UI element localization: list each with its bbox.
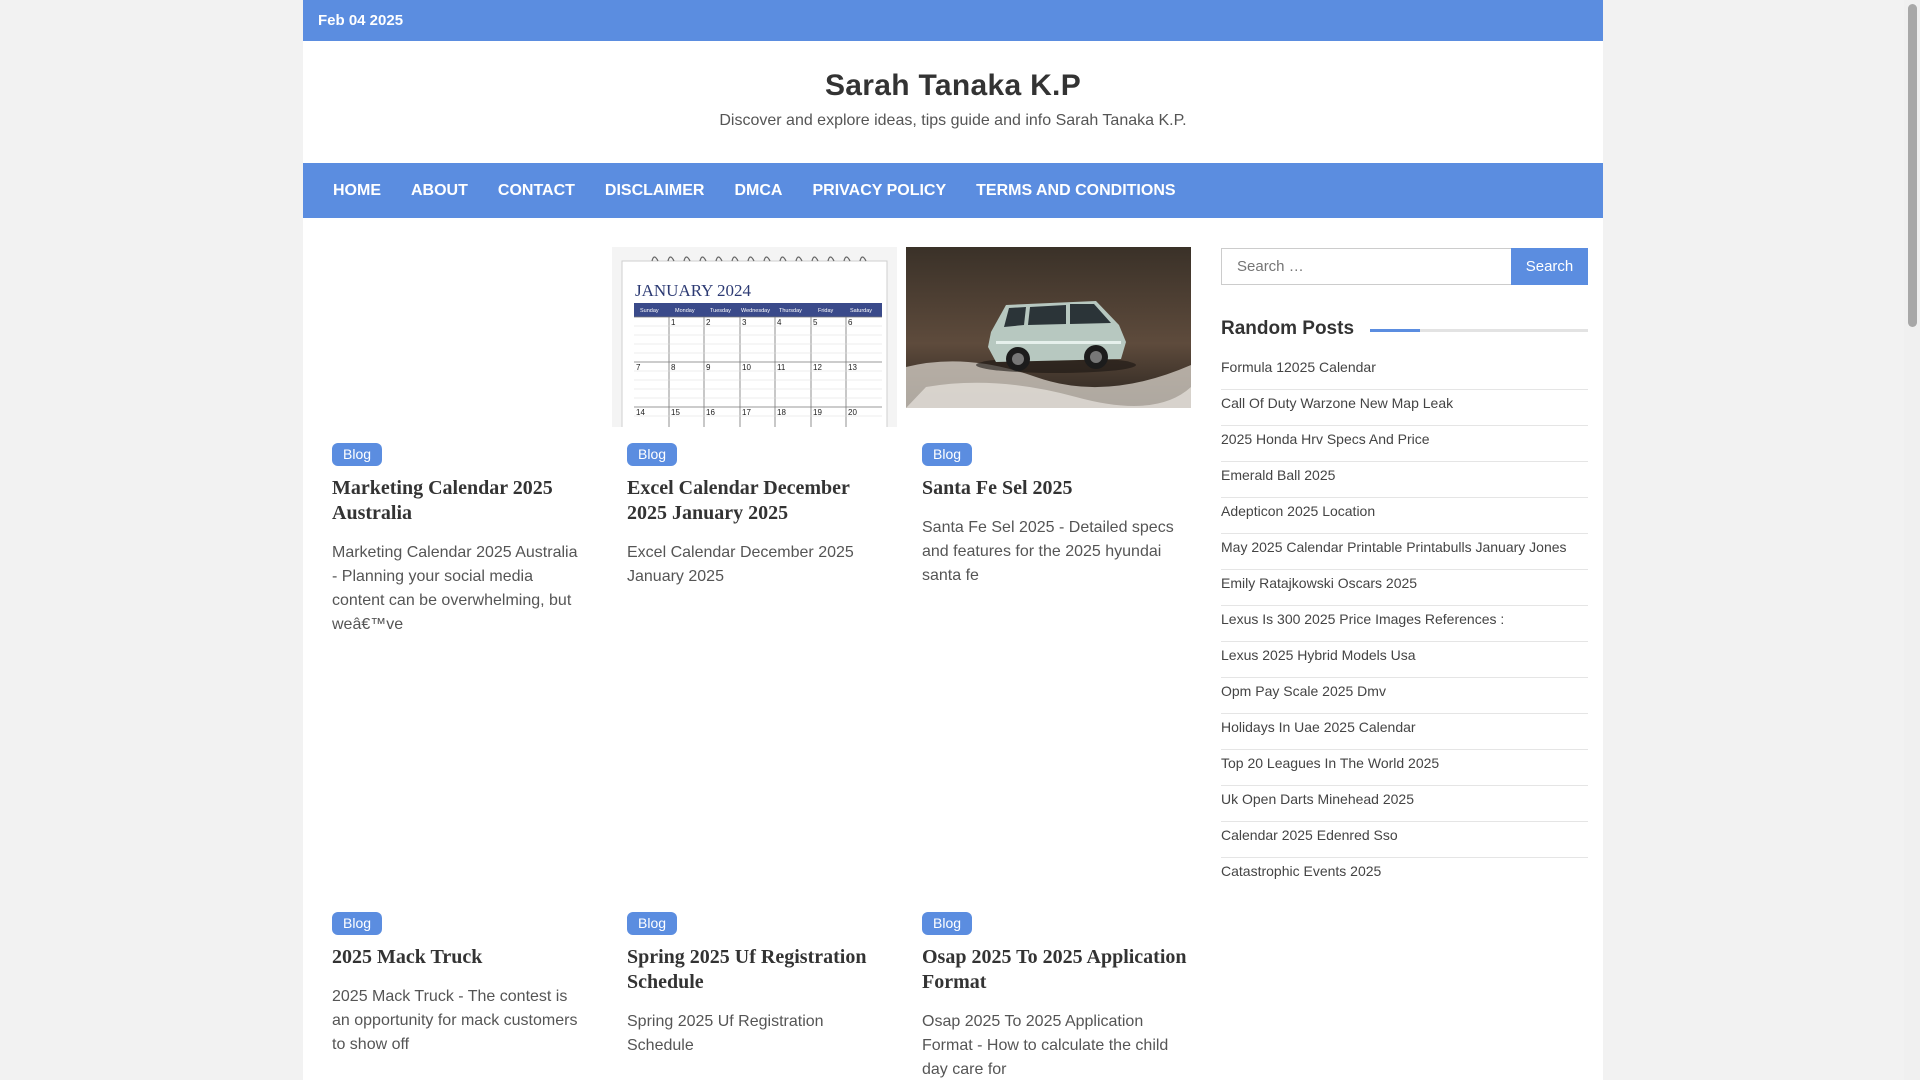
nav-privacy-policy[interactable]: PRIVACY POLICY [797, 182, 961, 200]
random-posts-list: Formula 12025 Calendar Call Of Duty Warz… [1221, 354, 1588, 894]
svg-text:5: 5 [813, 318, 818, 327]
calendar-weekday: Tuesday [710, 308, 731, 314]
random-post-link[interactable]: Emily Ratajkowski Oscars 2025 [1221, 570, 1588, 606]
post-title[interactable]: Osap 2025 To 2025 Application Format [922, 945, 1187, 995]
random-post-link[interactable]: Emerald Ball 2025 [1221, 462, 1588, 498]
random-post-link[interactable]: Call Of Duty Warzone New Map Leak [1221, 390, 1588, 426]
svg-text:3: 3 [742, 318, 747, 327]
svg-text:15: 15 [671, 408, 680, 417]
site-description: Discover and explore ideas, tips guide a… [719, 112, 1187, 129]
nav-home[interactable]: HOME [318, 182, 396, 200]
svg-text:16: 16 [706, 408, 715, 417]
top-bar: Feb 04 2025 [303, 0, 1603, 41]
svg-text:12: 12 [813, 363, 822, 372]
random-posts-header: Random Posts [1221, 318, 1588, 340]
random-post-link[interactable]: Catastrophic Events 2025 [1221, 858, 1588, 894]
post-title[interactable]: Spring 2025 Uf Registration Schedule [627, 945, 892, 995]
post-excerpt: Spring 2025 Uf Registration Schedule [627, 1013, 824, 1054]
calendar-image: JANUARY 2024 Sunday Monday Tuesday Wedne… [612, 247, 897, 427]
calendar-weekday: Monday [675, 308, 695, 314]
search-button[interactable]: Search [1511, 248, 1588, 285]
post-card: Blog Excel Calendar December 2025 Januar… [627, 443, 892, 589]
calendar-weekday: Thursday [779, 308, 802, 314]
svg-text:13: 13 [848, 363, 857, 372]
svg-text:17: 17 [742, 408, 751, 417]
calendar-weekday: Wednesday [741, 308, 770, 314]
post-card: Blog Marketing Calendar 2025 Australia M… [332, 443, 582, 637]
calendar-month-label: JANUARY 2024 [635, 281, 752, 300]
svg-text:7: 7 [636, 363, 641, 372]
calendar-weekday: Sunday [640, 308, 659, 314]
sidebar: Search Random Posts Formula 12025 Calend… [1221, 248, 1588, 894]
widget-title-divider [1370, 328, 1588, 332]
random-post-link[interactable]: Top 20 Leagues In The World 2025 [1221, 750, 1588, 786]
svg-text:10: 10 [742, 363, 751, 372]
svg-text:9: 9 [706, 363, 711, 372]
category-badge[interactable]: Blog [332, 443, 383, 466]
random-post-link[interactable]: Uk Open Darts Minehead 2025 [1221, 786, 1588, 822]
svg-text:8: 8 [671, 363, 676, 372]
site-title[interactable]: Sarah Tanaka K.P [303, 69, 1603, 103]
random-post-link[interactable]: 2025 Honda Hrv Specs And Price [1221, 426, 1588, 462]
svg-text:20: 20 [848, 408, 857, 417]
random-post-link[interactable]: Lexus 2025 Hybrid Models Usa [1221, 642, 1588, 678]
random-post-link[interactable]: Adepticon 2025 Location [1221, 498, 1588, 534]
suv-image [906, 247, 1191, 408]
category-badge[interactable]: Blog [922, 912, 973, 935]
site-header: Sarah Tanaka K.P Discover and explore id… [303, 41, 1603, 163]
post-title[interactable]: 2025 Mack Truck [332, 945, 582, 970]
post-excerpt: 2025 Mack Truck - The contest is an oppo… [332, 988, 578, 1053]
random-post-link[interactable]: Opm Pay Scale 2025 Dmv [1221, 678, 1588, 714]
post-excerpt: Marketing Calendar 2025 Australia - Plan… [332, 544, 578, 633]
nav-contact[interactable]: CONTACT [483, 182, 590, 200]
calendar-weekday: Friday [818, 308, 834, 314]
post-title[interactable]: Santa Fe Sel 2025 [922, 476, 1187, 501]
scrollbar-thumb[interactable] [1908, 4, 1917, 327]
svg-text:18: 18 [777, 408, 786, 417]
post-card: Blog 2025 Mack Truck 2025 Mack Truck - T… [332, 912, 582, 1057]
post-title[interactable]: Marketing Calendar 2025 Australia [332, 476, 582, 526]
svg-text:6: 6 [848, 318, 853, 327]
post-thumbnail-suv[interactable] [906, 247, 1191, 408]
post-excerpt: Santa Fe Sel 2025 - Detailed specs and f… [922, 519, 1174, 584]
nav-disclaimer[interactable]: DISCLAIMER [590, 182, 720, 200]
random-post-link[interactable]: Calendar 2025 Edenred Sso [1221, 822, 1588, 858]
nav-terms-and-conditions[interactable]: TERMS AND CONDITIONS [961, 182, 1190, 200]
svg-text:2: 2 [706, 318, 711, 327]
nav-about[interactable]: ABOUT [396, 182, 483, 200]
page-scrollbar[interactable] [1904, 0, 1920, 1080]
current-date: Feb 04 2025 [318, 12, 404, 29]
category-badge[interactable]: Blog [627, 912, 678, 935]
category-badge[interactable]: Blog [332, 912, 383, 935]
random-post-link[interactable]: Holidays In Uae 2025 Calendar [1221, 714, 1588, 750]
nav-dmca[interactable]: DMCA [719, 182, 797, 200]
svg-text:19: 19 [813, 408, 822, 417]
calendar-weekday: Saturday [850, 308, 872, 314]
svg-text:11: 11 [777, 363, 786, 372]
post-excerpt: Osap 2025 To 2025 Application Format - H… [922, 1013, 1169, 1078]
random-post-link[interactable]: Lexus Is 300 2025 Price Images Reference… [1221, 606, 1588, 642]
post-title[interactable]: Excel Calendar December 2025 January 202… [627, 476, 892, 526]
search-form: Search [1221, 248, 1588, 285]
post-card: Blog Santa Fe Sel 2025 Santa Fe Sel 2025… [922, 443, 1187, 588]
page-container: Feb 04 2025 Sarah Tanaka K.P Discover an… [303, 0, 1603, 1080]
post-excerpt: Excel Calendar December 2025 January 202… [627, 544, 854, 585]
svg-text:4: 4 [777, 318, 782, 327]
post-card: Blog Osap 2025 To 2025 Application Forma… [922, 912, 1187, 1080]
random-post-link[interactable]: May 2025 Calendar Printable Printabulls … [1221, 534, 1588, 570]
main-content: JANUARY 2024 Sunday Monday Tuesday Wedne… [303, 218, 1603, 1080]
post-thumbnail-calendar[interactable]: JANUARY 2024 Sunday Monday Tuesday Wedne… [612, 247, 897, 427]
search-input[interactable] [1221, 248, 1511, 285]
random-post-link[interactable]: Formula 12025 Calendar [1221, 354, 1588, 390]
post-card: Blog Spring 2025 Uf Registration Schedul… [627, 912, 892, 1058]
svg-text:1: 1 [671, 318, 676, 327]
category-badge[interactable]: Blog [627, 443, 678, 466]
main-navigation: HOME ABOUT CONTACT DISCLAIMER DMCA PRIVA… [303, 163, 1603, 218]
svg-text:14: 14 [636, 408, 645, 417]
category-badge[interactable]: Blog [922, 443, 973, 466]
widget-title: Random Posts [1221, 318, 1355, 339]
